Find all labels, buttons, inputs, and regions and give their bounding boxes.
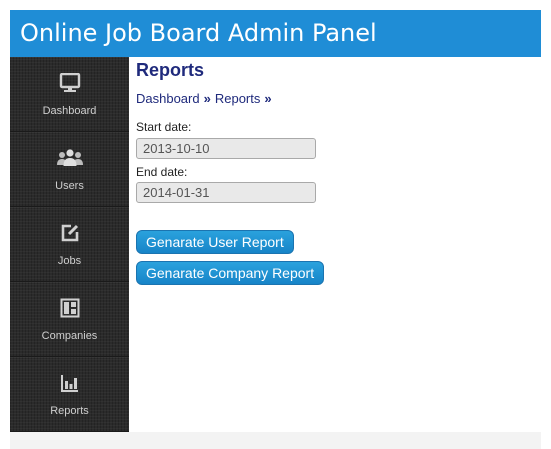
edit-icon (10, 221, 129, 245)
page-title: Reports (136, 60, 205, 80)
app-title: Online Job Board Admin Panel (20, 19, 377, 47)
sidebar-item-label: Reports (50, 405, 89, 417)
end-date-input[interactable] (136, 182, 316, 203)
sidebar-item-label: Users (55, 180, 84, 192)
sidebar-item-label: Companies (41, 330, 98, 342)
sidebar-item-label: Dashboard (42, 105, 97, 117)
start-date-label: Start date: (136, 120, 192, 134)
sidebar-item-reports[interactable]: Reports (10, 357, 129, 432)
breadcrumb-link-reports[interactable]: Reports (215, 91, 261, 106)
sidebar-item-dashboard[interactable]: Dashboard (10, 57, 129, 132)
end-date-label: End date: (136, 165, 188, 179)
app-title-bar: Online Job Board Admin Panel (10, 10, 541, 57)
generate-user-report-button[interactable]: Genarate User Report (136, 230, 294, 254)
layout-icon (10, 296, 129, 320)
monitor-icon (10, 71, 129, 95)
footer-strip (10, 432, 541, 449)
sidebar-item-users[interactable]: Users (10, 132, 129, 207)
sidebar-item-label: Jobs (57, 255, 82, 267)
generate-company-report-button[interactable]: Genarate Company Report (136, 261, 325, 285)
sidebar-item-companies[interactable]: Companies (10, 282, 129, 357)
users-icon (10, 146, 129, 170)
sidebar-item-jobs[interactable]: Jobs (10, 207, 129, 282)
breadcrumb: Dashboard» Reports» (136, 91, 276, 106)
start-date-input[interactable] (136, 138, 316, 159)
breadcrumb-separator: » (203, 91, 211, 106)
breadcrumb-link-dashboard[interactable]: Dashboard (136, 91, 200, 106)
bar-chart-icon (10, 371, 129, 395)
breadcrumb-separator: » (264, 91, 272, 106)
sidebar: Dashboard Users Jobs Companies Reports (10, 57, 129, 432)
